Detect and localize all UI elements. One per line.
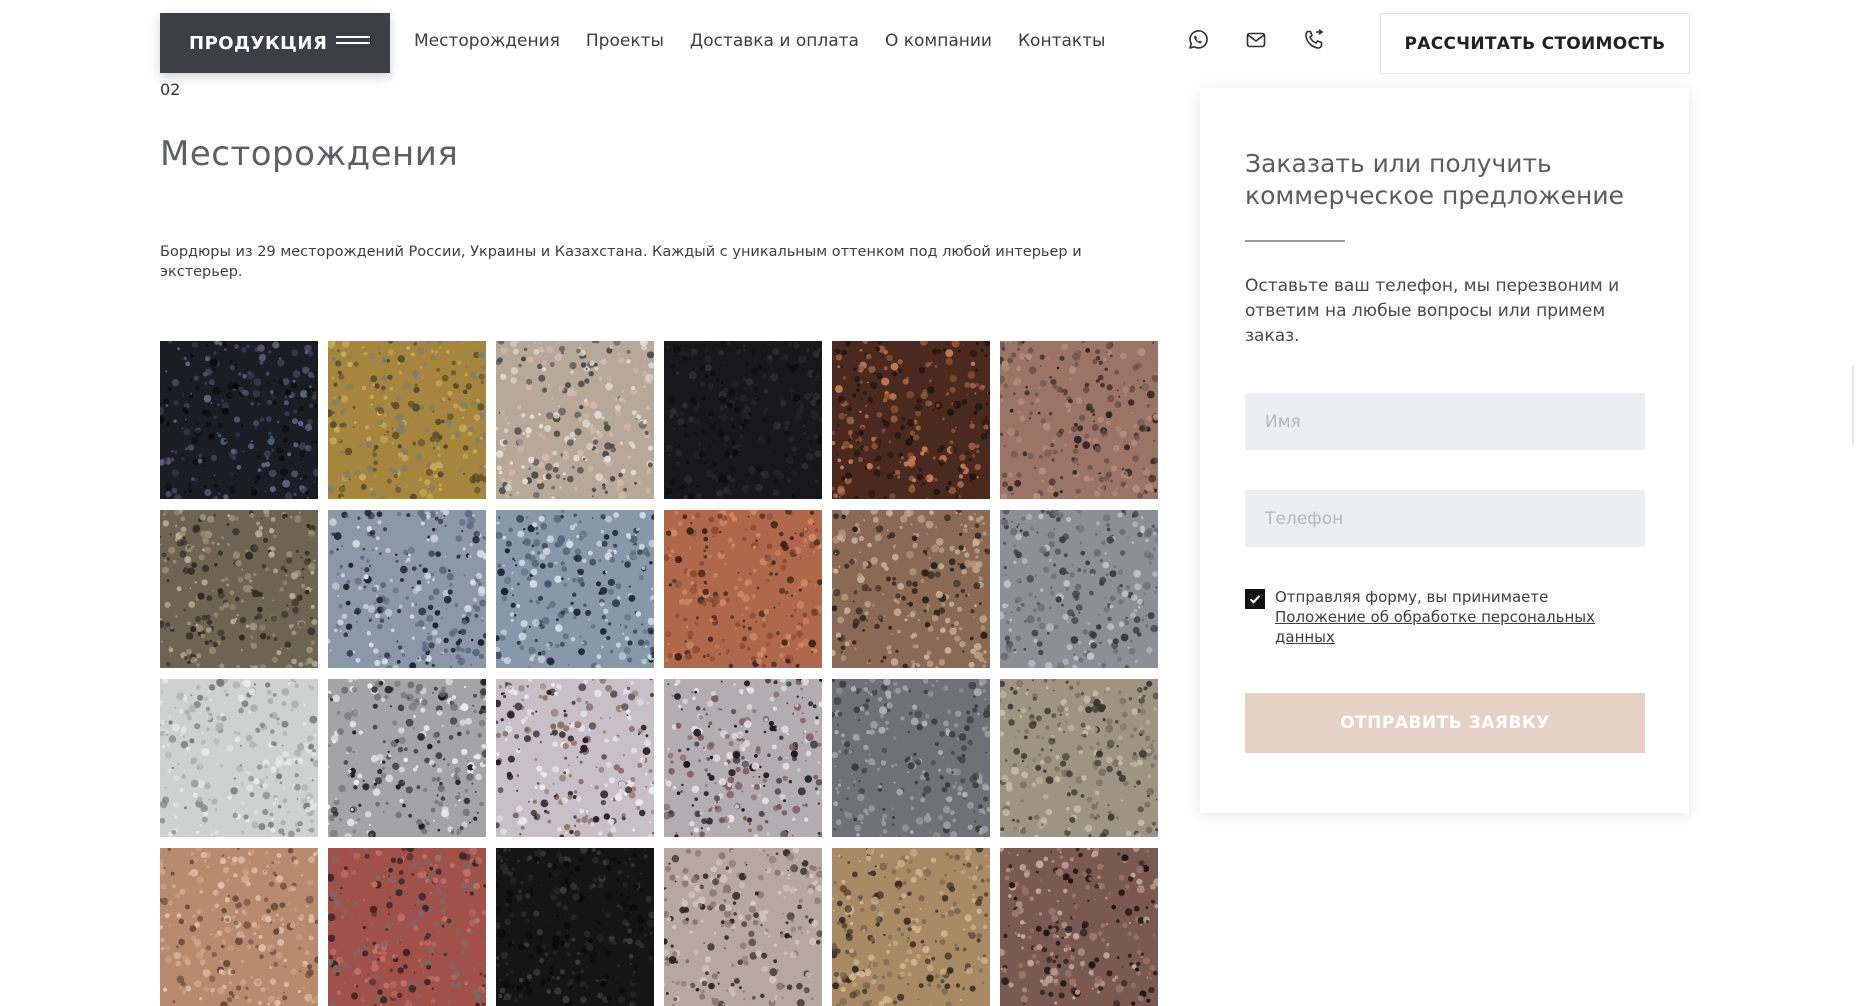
stone-sample-tile[interactable] bbox=[1000, 510, 1158, 668]
phone-icon[interactable] bbox=[1302, 28, 1326, 52]
stone-sample-tile[interactable] bbox=[328, 510, 486, 668]
stone-sample-tile[interactable] bbox=[160, 848, 318, 1006]
stone-sample-tile[interactable] bbox=[496, 679, 654, 837]
hamburger-icon bbox=[336, 36, 370, 50]
header: ПРОДУКЦИЯ Месторождения Проекты Доставка… bbox=[0, 0, 1856, 80]
stone-sample-tile[interactable] bbox=[832, 679, 990, 837]
stone-sample-tile[interactable] bbox=[160, 341, 318, 499]
stone-sample-tile[interactable] bbox=[664, 679, 822, 837]
consent-checkbox[interactable] bbox=[1245, 589, 1265, 609]
form-divider bbox=[1245, 240, 1345, 242]
products-menu-button[interactable]: ПРОДУКЦИЯ bbox=[160, 13, 390, 73]
section-number: 02 bbox=[160, 80, 180, 99]
section-description: Бордюры из 29 месторождений России, Укра… bbox=[160, 242, 1160, 282]
nav-deposits[interactable]: Месторождения bbox=[414, 31, 560, 51]
nav-contacts[interactable]: Контакты bbox=[1018, 31, 1106, 51]
stone-sample-tile[interactable] bbox=[664, 848, 822, 1006]
name-field[interactable] bbox=[1245, 393, 1645, 450]
stone-sample-tile[interactable] bbox=[832, 341, 990, 499]
stone-sample-tile[interactable] bbox=[832, 510, 990, 668]
stone-sample-tile[interactable] bbox=[664, 510, 822, 668]
stone-sample-tile[interactable] bbox=[496, 341, 654, 499]
consent-text: Отправляя форму, вы принимаете Положение… bbox=[1275, 587, 1635, 647]
whatsapp-icon[interactable] bbox=[1186, 28, 1210, 52]
stone-sample-tile[interactable] bbox=[1000, 848, 1158, 1006]
stone-sample-tile[interactable] bbox=[1000, 679, 1158, 837]
checkmark-icon bbox=[1248, 592, 1262, 606]
contact-icons bbox=[1186, 28, 1360, 52]
phone-field[interactable] bbox=[1245, 490, 1645, 547]
nav-projects[interactable]: Проекты bbox=[586, 31, 664, 51]
mail-icon[interactable] bbox=[1244, 28, 1268, 52]
main-nav: Месторождения Проекты Доставка и оплата … bbox=[414, 31, 1131, 51]
stone-sample-tile[interactable] bbox=[1000, 341, 1158, 499]
page-title: Месторождения bbox=[160, 134, 458, 174]
nav-delivery[interactable]: Доставка и оплата bbox=[690, 31, 859, 51]
stone-sample-tile[interactable] bbox=[496, 848, 654, 1006]
consent-label: Отправляя форму, вы принимаете bbox=[1275, 588, 1548, 606]
stone-sample-tile[interactable] bbox=[160, 679, 318, 837]
stone-sample-tile[interactable] bbox=[328, 848, 486, 1006]
submit-button[interactable]: ОТПРАВИТЬ ЗАЯВКУ bbox=[1245, 693, 1645, 753]
privacy-policy-link[interactable]: Положение об обработке персональных данн… bbox=[1275, 607, 1635, 647]
stone-sample-tile[interactable] bbox=[496, 510, 654, 668]
form-description: Оставьте ваш телефон, мы перезвоним и от… bbox=[1245, 274, 1645, 349]
stone-sample-tile[interactable] bbox=[832, 848, 990, 1006]
stone-sample-tile[interactable] bbox=[160, 510, 318, 668]
form-title: Заказать или получить коммерческое предл… bbox=[1245, 148, 1665, 212]
nav-about[interactable]: О компании bbox=[885, 31, 992, 51]
scrollbar[interactable] bbox=[1852, 365, 1854, 445]
request-form-panel: Заказать или получить коммерческое предл… bbox=[1200, 88, 1689, 813]
calculate-cost-button[interactable]: РАССЧИТАТЬ СТОИМОСТЬ bbox=[1380, 13, 1690, 74]
products-menu-label: ПРОДУКЦИЯ bbox=[189, 33, 327, 54]
stone-sample-tile[interactable] bbox=[664, 341, 822, 499]
stone-sample-tile[interactable] bbox=[328, 679, 486, 837]
stone-sample-tile[interactable] bbox=[328, 341, 486, 499]
